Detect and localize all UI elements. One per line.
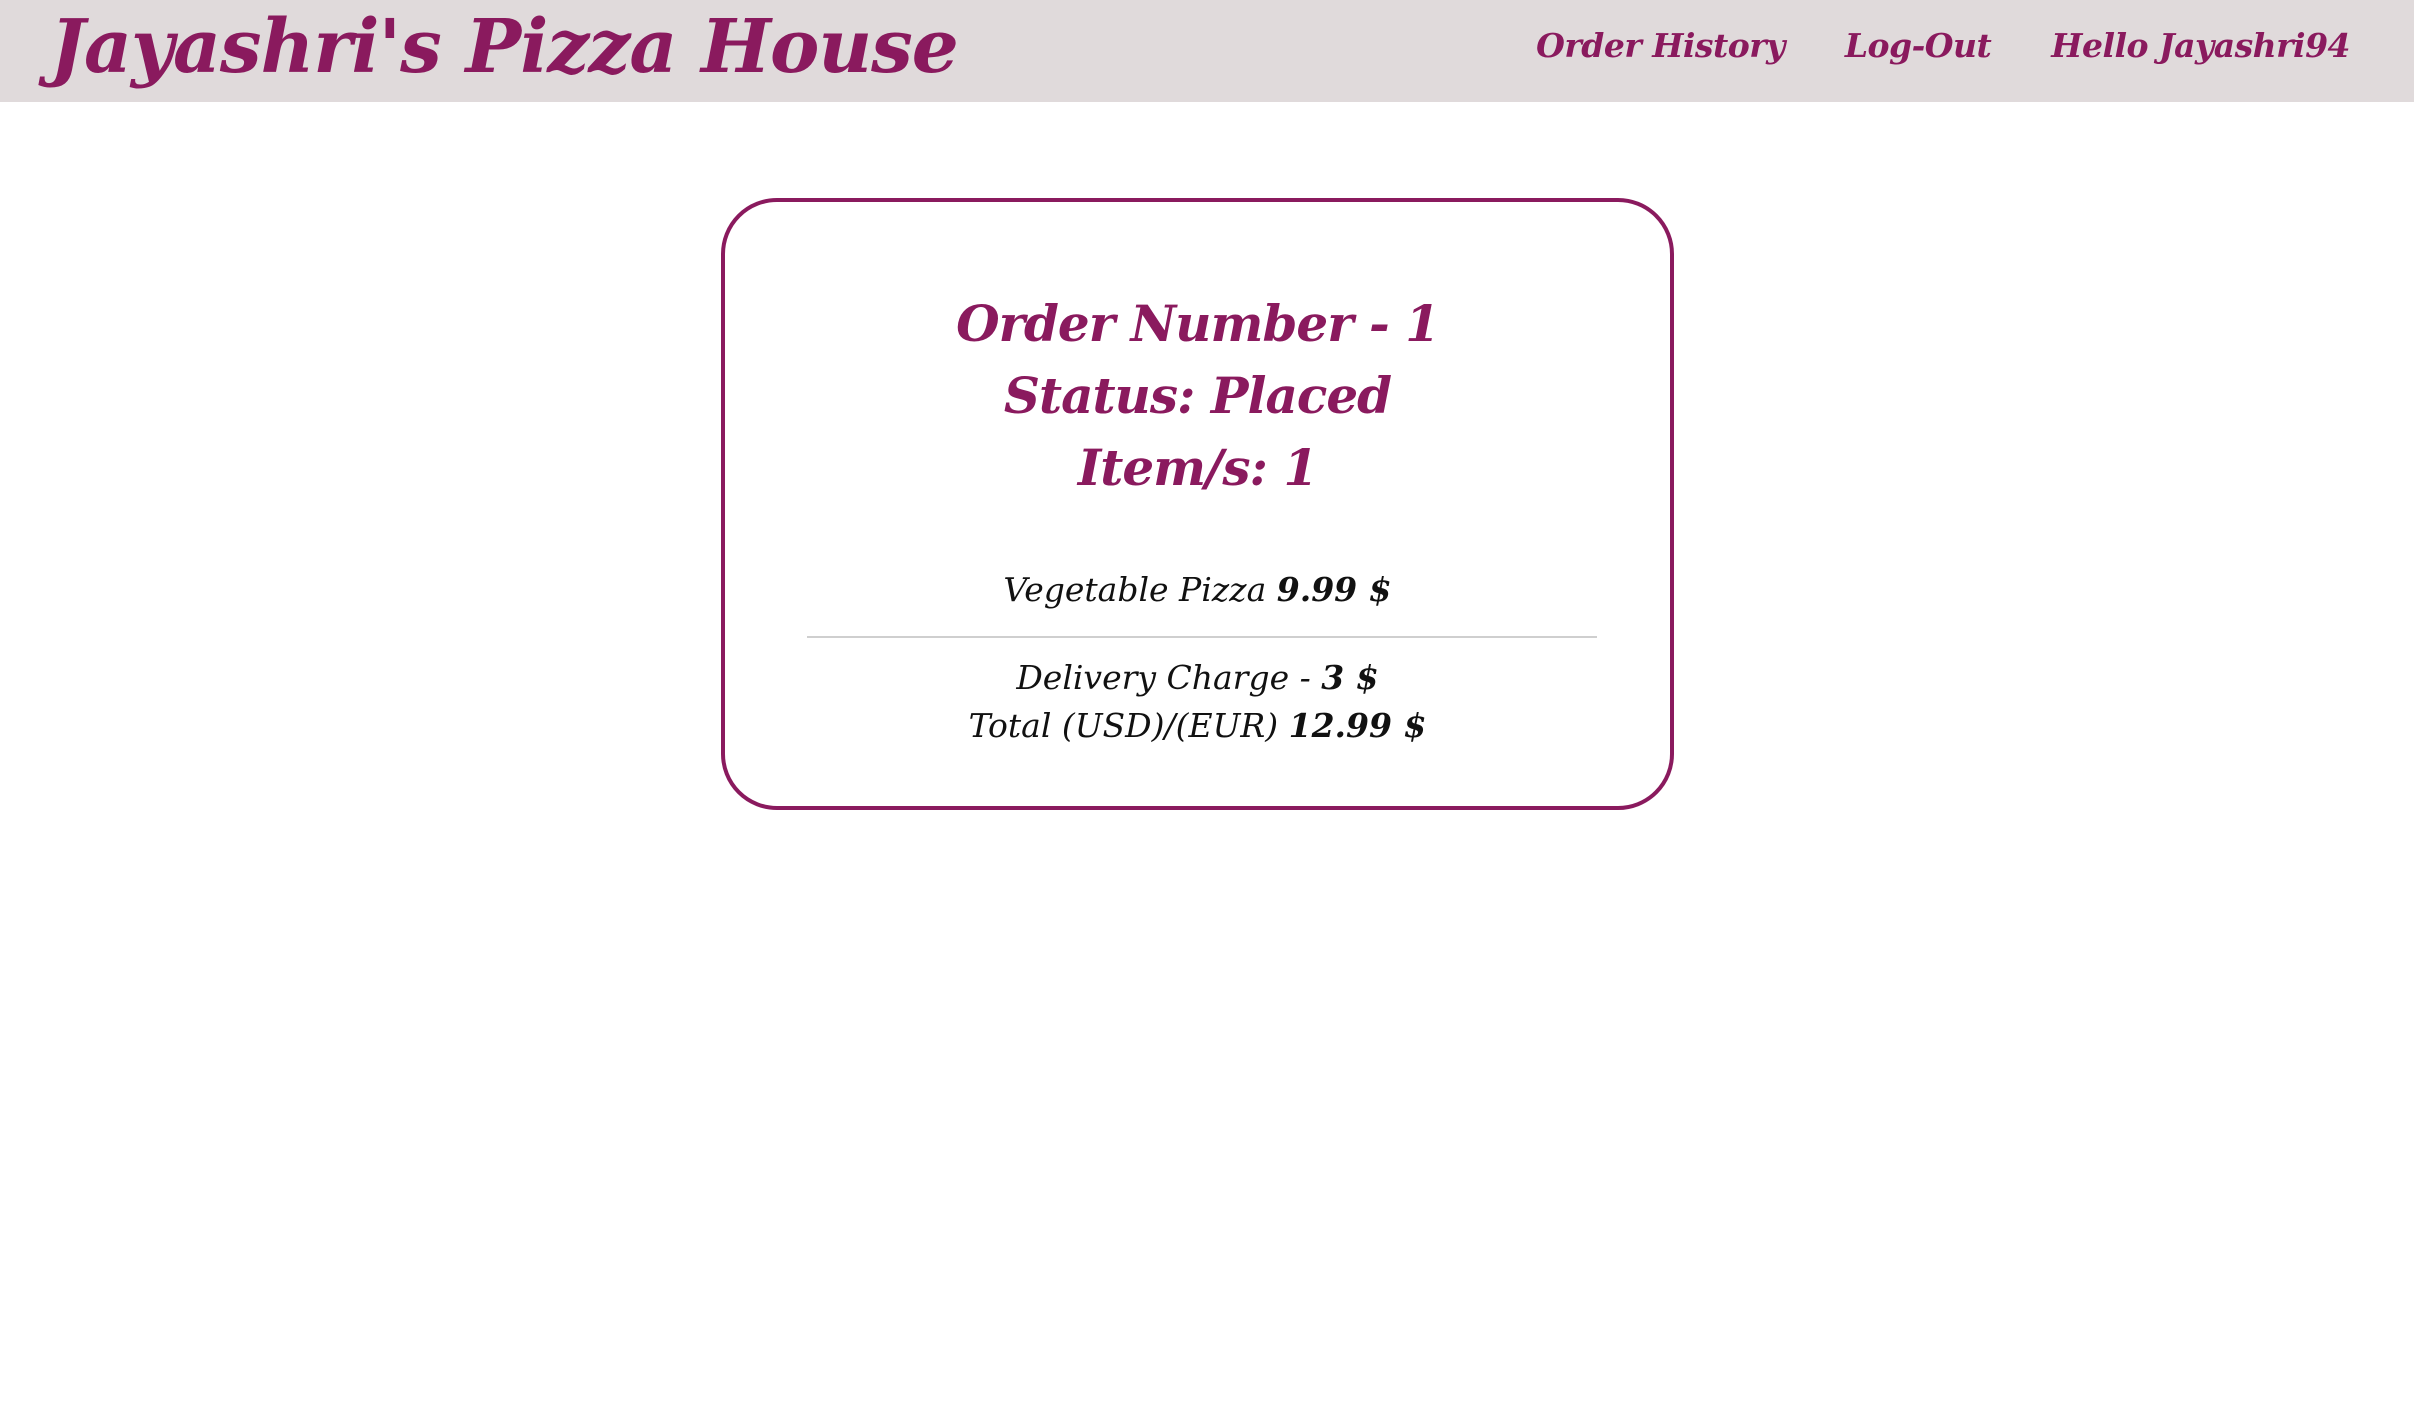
divider (807, 636, 1597, 638)
total-row: Total (USD)/(EUR) 12.99 $ (725, 702, 1670, 750)
delivery-charge-label: Delivery Charge - (1016, 658, 1311, 697)
total-amount: 12.99 $ (1288, 706, 1427, 745)
brand-logo-link[interactable]: Jayashri's Pizza House (50, 2, 959, 92)
total-label: Total (USD)/(EUR) (968, 706, 1279, 745)
order-number: Order Number - 1 (956, 294, 1440, 353)
order-status: Status: Placed (1003, 366, 1392, 425)
item-price: 9.99 $ (1276, 570, 1392, 609)
user-greeting-link[interactable]: Hello Jayashri94 (2051, 26, 2350, 65)
delivery-charge-row: Delivery Charge - 3 $ (725, 654, 1670, 702)
nav-links: Order History Log-Out Hello Jayashri94 (1536, 0, 2350, 90)
logout-link[interactable]: Log-Out (1845, 26, 1992, 65)
delivery-charge-amount: 3 $ (1321, 658, 1379, 697)
order-history-link[interactable]: Order History (1536, 26, 1785, 65)
order-item-count: Item/s: 1 (1077, 438, 1318, 497)
order-item-row: Vegetable Pizza 9.99 $ (725, 568, 1670, 612)
top-navbar: Jayashri's Pizza House Order History Log… (0, 0, 2414, 102)
order-summary: Delivery Charge - 3 $ Total (USD)/(EUR) … (725, 654, 1670, 750)
order-card: Order Number - 1 Status: Placed Item/s: … (721, 198, 1674, 810)
order-header: Order Number - 1 Status: Placed Item/s: … (725, 288, 1670, 504)
item-name: Vegetable Pizza (1003, 570, 1267, 609)
